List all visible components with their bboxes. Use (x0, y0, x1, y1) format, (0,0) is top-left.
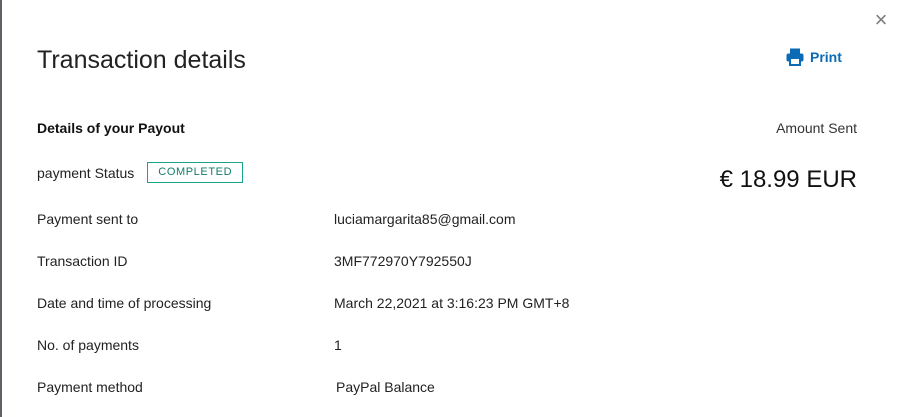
section-title: Details of your Payout (37, 120, 185, 136)
amount-sent-label: Amount Sent (776, 120, 857, 136)
dialog-title: Transaction details (37, 46, 246, 74)
printer-icon (786, 48, 804, 66)
status-badge: COMPLETED (147, 162, 244, 183)
amount-sent-value: € 18.99 EUR (719, 166, 857, 193)
detail-label: Transaction ID (37, 253, 128, 269)
close-icon[interactable]: × (870, 8, 892, 32)
transaction-id: 3MF772970Y792550J (334, 253, 472, 269)
recipient-email: luciamargarita85@gmail.com (334, 211, 516, 227)
payment-method: PayPal Balance (336, 378, 435, 396)
print-button[interactable]: Print (785, 47, 842, 67)
window-edge (0, 0, 2, 417)
detail-label: No. of payments (37, 337, 139, 353)
payment-status-label: payment Status (37, 164, 135, 181)
processing-date: March 22,2021 at 3:16:23 PM GMT+8 (334, 295, 570, 311)
print-label: Print (810, 49, 842, 65)
payment-status-row: payment Status COMPLETED (37, 162, 244, 183)
detail-label: Payment sent to (37, 211, 139, 227)
detail-label: Date and time of processing (37, 295, 212, 311)
payment-method-value: PayPal Balance (336, 379, 435, 395)
detail-label: Payment method (37, 379, 143, 395)
number-of-payments: 1 (334, 337, 342, 353)
